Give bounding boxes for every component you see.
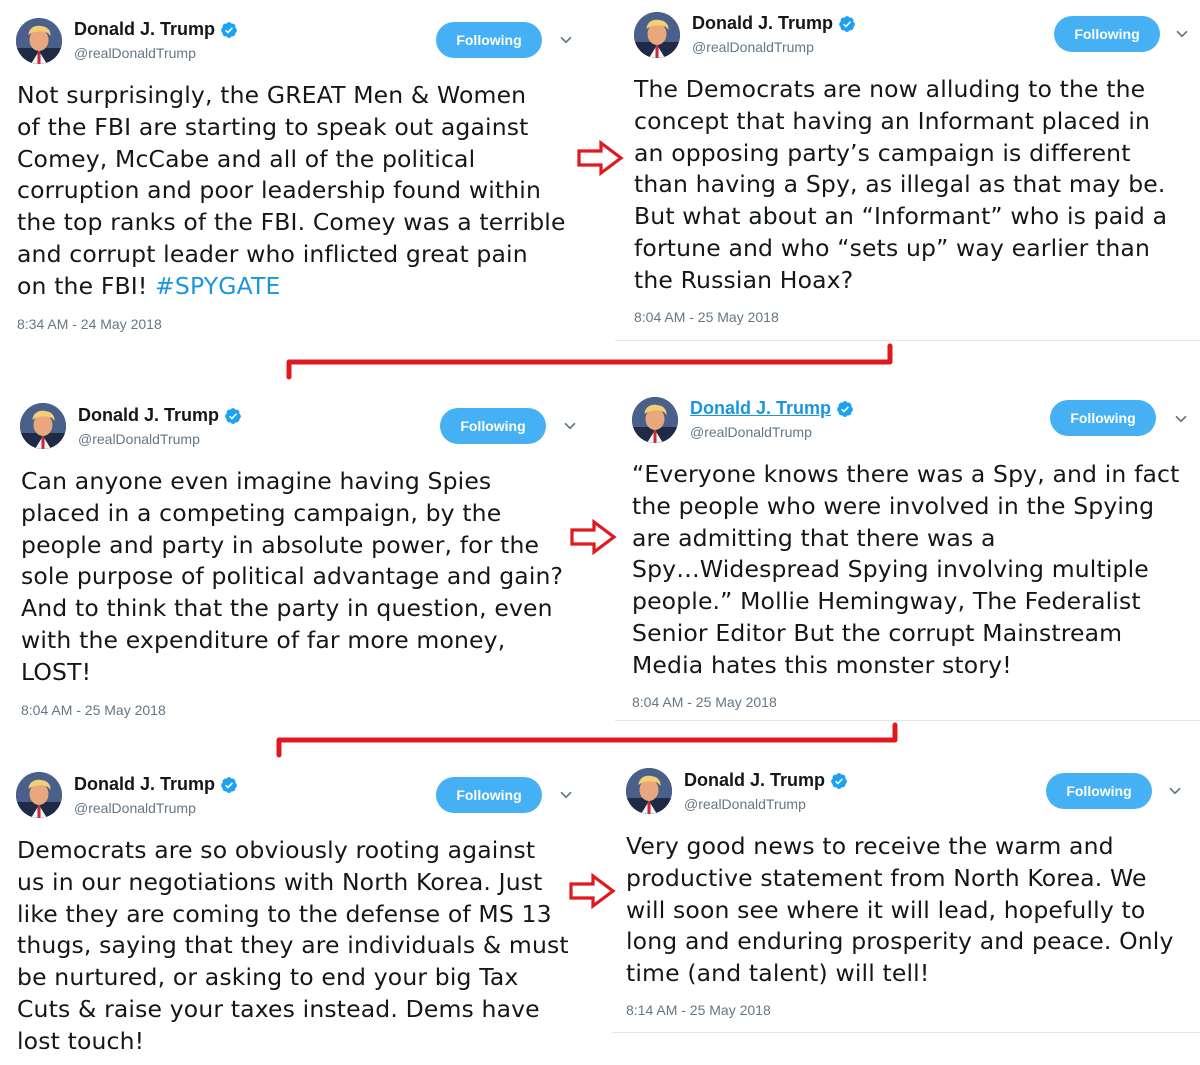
avatar[interactable] [16, 772, 62, 818]
author-name-label: Donald J. Trump [74, 19, 216, 39]
connector-line-upper [286, 343, 893, 380]
tweet-card-2: Donald J. Trump @realDonaldTrump Followi… [615, 0, 1200, 345]
timestamp[interactable]: 8:34 AM - 24 May 2018 [17, 316, 162, 332]
verified-badge-icon [836, 400, 854, 418]
verified-badge-icon [224, 407, 242, 425]
timestamp[interactable]: 8:04 AM - 25 May 2018 [21, 702, 166, 718]
tweet-text: “Everyone knows there was a Spy, and in … [632, 460, 1180, 679]
following-button[interactable]: Following [436, 777, 542, 813]
chevron-down-icon[interactable] [557, 31, 575, 49]
author-handle[interactable]: @realDonaldTrump [684, 796, 806, 812]
tweet-card-6: Donald J. Trump @realDonaldTrump Followi… [612, 760, 1200, 1065]
avatar[interactable] [626, 768, 672, 814]
author-name[interactable]: Donald J. Trump [692, 13, 856, 34]
tweet-card-3: Donald J. Trump @realDonaldTrump Followi… [0, 385, 600, 725]
author-name[interactable]: Donald J. Trump [74, 19, 238, 40]
tweet-text: Can anyone even imagine having Spies pla… [21, 467, 564, 686]
following-button[interactable]: Following [1054, 16, 1160, 52]
chevron-down-icon[interactable] [1166, 782, 1184, 800]
author-name-label: Donald J. Trump [690, 398, 832, 418]
avatar[interactable] [20, 403, 66, 449]
author-handle[interactable]: @realDonaldTrump [690, 424, 812, 440]
author-name[interactable]: Donald J. Trump [78, 405, 242, 426]
following-button[interactable]: Following [440, 408, 546, 444]
avatar[interactable] [634, 12, 680, 58]
author-name[interactable]: Donald J. Trump [684, 770, 848, 791]
timestamp[interactable]: 8:04 AM - 25 May 2018 [634, 309, 779, 325]
author-handle[interactable]: @realDonaldTrump [692, 39, 814, 55]
following-button[interactable]: Following [1050, 400, 1156, 436]
tweet-card-4: Donald J. Trump @realDonaldTrump Followi… [615, 385, 1200, 725]
connector-line-lower [276, 722, 898, 758]
author-handle[interactable]: @realDonaldTrump [74, 45, 196, 61]
chevron-down-icon[interactable] [557, 786, 575, 804]
timestamp[interactable]: 8:14 AM - 25 May 2018 [626, 1002, 771, 1018]
verified-badge-icon [220, 21, 238, 39]
tweet-body: Not surprisingly, the GREAT Men & Women … [17, 81, 566, 300]
timestamp[interactable]: 8:04 AM - 25 May 2018 [632, 694, 777, 710]
right-arrow-icon [568, 873, 616, 909]
divider [615, 340, 1200, 341]
avatar[interactable] [632, 397, 678, 443]
author-handle[interactable]: @realDonaldTrump [74, 800, 196, 816]
author-name-label: Donald J. Trump [78, 405, 220, 425]
chevron-down-icon[interactable] [1172, 410, 1190, 428]
author-name[interactable]: Donald J. Trump [690, 398, 854, 419]
divider [612, 1032, 1200, 1033]
following-button[interactable]: Following [1046, 773, 1152, 809]
tweet-text: Democrats are so obviously rooting again… [17, 836, 569, 1055]
divider [615, 720, 1200, 721]
author-name[interactable]: Donald J. Trump [74, 774, 238, 795]
verified-badge-icon [830, 772, 848, 790]
tweet-text: The Democrats are now alluding to the th… [634, 75, 1168, 294]
tweet-card-1: Donald J. Trump @realDonaldTrump Followi… [0, 0, 600, 345]
tweet-text: Not surprisingly, the GREAT Men & Women … [17, 80, 566, 303]
tweet-card-5: Donald J. Trump @realDonaldTrump Followi… [0, 760, 600, 1065]
author-name-label: Donald J. Trump [74, 774, 216, 794]
tweet-text: Very good news to receive the warm and p… [626, 832, 1174, 988]
avatar[interactable] [16, 18, 62, 64]
right-arrow-icon [569, 519, 617, 555]
author-name-label: Donald J. Trump [692, 13, 834, 33]
hashtag-link[interactable]: #SPYGATE [155, 272, 280, 300]
verified-badge-icon [838, 15, 856, 33]
author-name-label: Donald J. Trump [684, 770, 826, 790]
verified-badge-icon [220, 776, 238, 794]
right-arrow-icon [576, 140, 624, 176]
chevron-down-icon[interactable] [1173, 25, 1191, 43]
following-button[interactable]: Following [436, 22, 542, 58]
author-handle[interactable]: @realDonaldTrump [78, 431, 200, 447]
chevron-down-icon[interactable] [561, 417, 579, 435]
